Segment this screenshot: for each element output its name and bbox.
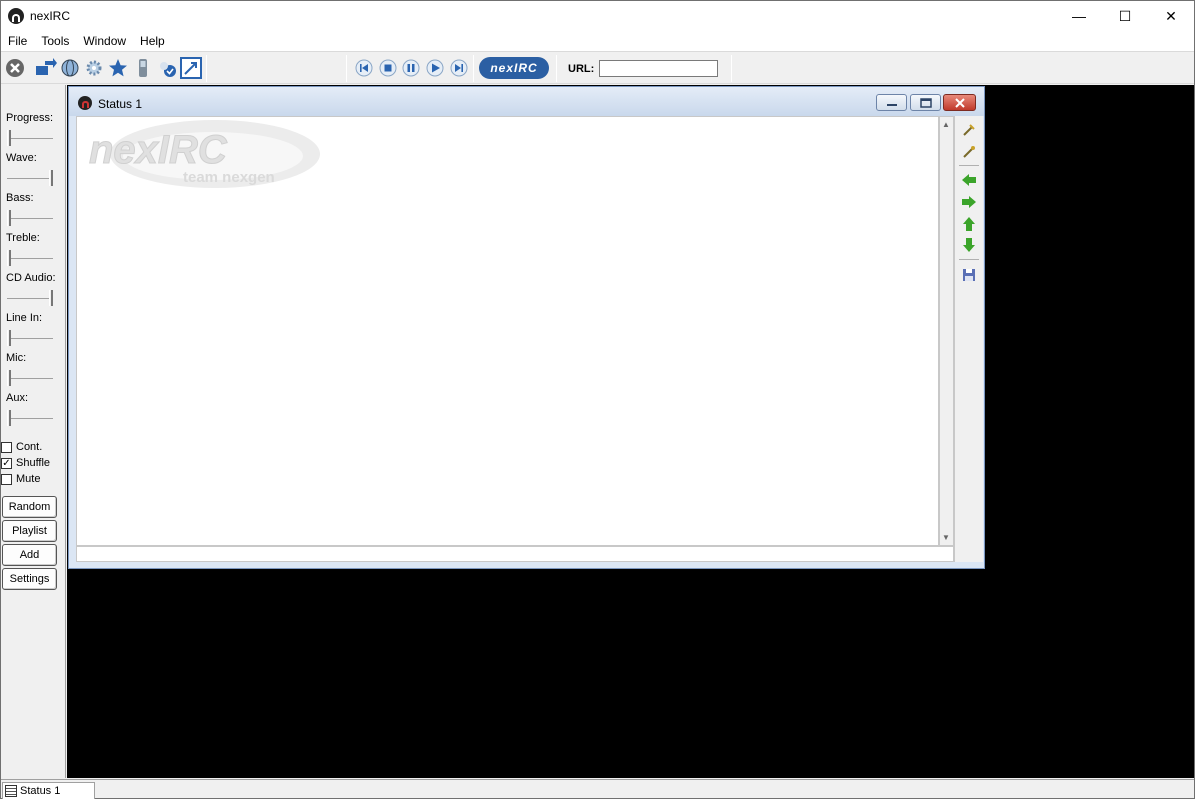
wave-label: Wave: bbox=[6, 152, 37, 164]
mute-label: Mute bbox=[16, 473, 41, 485]
status-window-tab-icon bbox=[5, 785, 17, 797]
save-icon[interactable] bbox=[960, 266, 978, 284]
cont-checkbox[interactable] bbox=[1, 441, 12, 453]
progress-label: Progress: bbox=[6, 112, 54, 124]
toolbar-separator bbox=[346, 55, 347, 82]
mute-checkbox[interactable] bbox=[1, 473, 12, 485]
scroll-up-arrow-icon[interactable]: ▲ bbox=[942, 120, 950, 129]
add-button[interactable]: Add bbox=[2, 544, 57, 566]
treble-slider[interactable] bbox=[7, 250, 55, 266]
menu-file[interactable]: File bbox=[1, 34, 34, 48]
window-controls: — ☐ ✕ bbox=[1056, 1, 1194, 31]
title-bar: nexIRC — ☐ ✕ bbox=[1, 1, 1194, 31]
shuffle-checkbox[interactable]: ✓ bbox=[1, 457, 12, 469]
pause-icon[interactable] bbox=[400, 57, 422, 79]
url-input[interactable] bbox=[599, 60, 718, 77]
cont-checkbox-row[interactable]: Cont. bbox=[1, 441, 42, 453]
toolbar-separator bbox=[731, 55, 732, 82]
app-title: nexIRC bbox=[30, 9, 71, 23]
arrow-right-icon[interactable] bbox=[960, 193, 978, 211]
status-window-title: Status 1 bbox=[98, 97, 143, 111]
favorites-star-icon[interactable] bbox=[107, 57, 129, 79]
status-vertical-scrollbar[interactable]: ▲ ▼ bbox=[939, 116, 954, 546]
shuffle-label: Shuffle bbox=[16, 457, 51, 469]
nexirc-app-icon bbox=[8, 8, 24, 24]
status-command-input[interactable] bbox=[76, 546, 954, 562]
random-button[interactable]: Random bbox=[2, 496, 57, 518]
menu-tools[interactable]: Tools bbox=[34, 34, 76, 48]
aux-slider[interactable] bbox=[7, 410, 55, 426]
play-icon[interactable] bbox=[424, 57, 446, 79]
settings-button[interactable]: Settings bbox=[2, 568, 57, 590]
wand-alt-icon[interactable] bbox=[960, 143, 978, 161]
toolbar: nexIRC URL: bbox=[1, 51, 1194, 84]
treble-label: Treble: bbox=[6, 232, 40, 244]
bass-slider[interactable] bbox=[7, 210, 55, 226]
stop-icon[interactable] bbox=[377, 57, 399, 79]
status-minimize-button[interactable] bbox=[876, 94, 907, 111]
next-track-icon[interactable] bbox=[448, 57, 470, 79]
toolbar-separator bbox=[473, 55, 474, 82]
toolbar-separator bbox=[959, 259, 979, 260]
status-side-toolbar bbox=[954, 116, 983, 562]
status-window-titlebar[interactable]: Status 1 bbox=[69, 87, 984, 116]
cd-audio-label: CD Audio: bbox=[6, 272, 56, 284]
menu-window[interactable]: Window bbox=[76, 34, 133, 48]
status-window: Status 1 nexIRC team nexgen ▲ ▼ bbox=[68, 86, 985, 569]
cd-audio-slider[interactable] bbox=[7, 290, 55, 306]
toolbar-separator bbox=[556, 55, 557, 82]
watermark-logo-text: nexIRC bbox=[89, 128, 228, 172]
arrow-down-icon[interactable] bbox=[960, 236, 978, 254]
aux-label: Aux: bbox=[6, 392, 29, 404]
mic-slider[interactable] bbox=[7, 370, 55, 386]
menu-help[interactable]: Help bbox=[133, 34, 172, 48]
toolbar-separator bbox=[959, 165, 979, 166]
status-restore-button[interactable] bbox=[910, 94, 941, 111]
check-icon[interactable] bbox=[157, 57, 179, 79]
disconnect-icon[interactable] bbox=[4, 57, 26, 79]
arrow-up-icon[interactable] bbox=[960, 215, 978, 233]
bass-label: Bass: bbox=[6, 192, 34, 204]
status-close-button[interactable] bbox=[943, 94, 976, 111]
cont-label: Cont. bbox=[16, 441, 43, 453]
progress-slider[interactable] bbox=[7, 130, 55, 146]
mic-label: Mic: bbox=[6, 352, 27, 364]
wand-icon[interactable] bbox=[960, 121, 978, 139]
scroll-down-arrow-icon[interactable]: ▼ bbox=[942, 533, 950, 542]
settings-gear-icon[interactable] bbox=[83, 57, 105, 79]
wave-slider[interactable] bbox=[7, 170, 55, 186]
previous-track-icon[interactable] bbox=[353, 57, 375, 79]
watermark-tagline: team nexgen bbox=[183, 169, 275, 186]
close-button[interactable]: ✕ bbox=[1148, 1, 1194, 31]
taskbar-tab-label: Status 1 bbox=[20, 785, 61, 797]
media-control-panel: Progress: Wave: Bass: Treble: CD Audio: … bbox=[1, 85, 66, 778]
line-in-label: Line In: bbox=[6, 312, 43, 324]
app-window: nexIRC — ☐ ✕ File Tools Window Help nexI… bbox=[0, 0, 1195, 799]
arrow-left-icon[interactable] bbox=[960, 171, 978, 189]
playlist-button[interactable]: Playlist bbox=[2, 520, 57, 542]
taskbar-tab-status-1[interactable]: Status 1 bbox=[2, 782, 95, 799]
url-label: URL: bbox=[568, 63, 595, 75]
maximize-button[interactable]: ☐ bbox=[1102, 1, 1148, 31]
shuffle-checkbox-row[interactable]: ✓ Shuffle bbox=[1, 457, 50, 469]
toolbar-separator bbox=[206, 55, 207, 82]
nexirc-logo: nexIRC bbox=[479, 57, 549, 79]
status-message-area[interactable]: nexIRC team nexgen bbox=[76, 116, 939, 546]
menu-bar: File Tools Window Help bbox=[1, 31, 1194, 51]
status-window-icon bbox=[78, 96, 92, 110]
mute-checkbox-row[interactable]: Mute bbox=[1, 473, 40, 485]
nexirc-watermark-logo: nexIRC team nexgen bbox=[89, 120, 320, 188]
minimize-button[interactable]: — bbox=[1056, 1, 1102, 31]
window-taskbar: Status 1 bbox=[1, 779, 1194, 799]
line-in-slider[interactable] bbox=[7, 330, 55, 346]
window-resize-icon[interactable] bbox=[180, 57, 202, 79]
connect-icon[interactable] bbox=[35, 57, 57, 79]
server-globe-icon[interactable] bbox=[59, 57, 81, 79]
phone-icon[interactable] bbox=[132, 57, 154, 79]
